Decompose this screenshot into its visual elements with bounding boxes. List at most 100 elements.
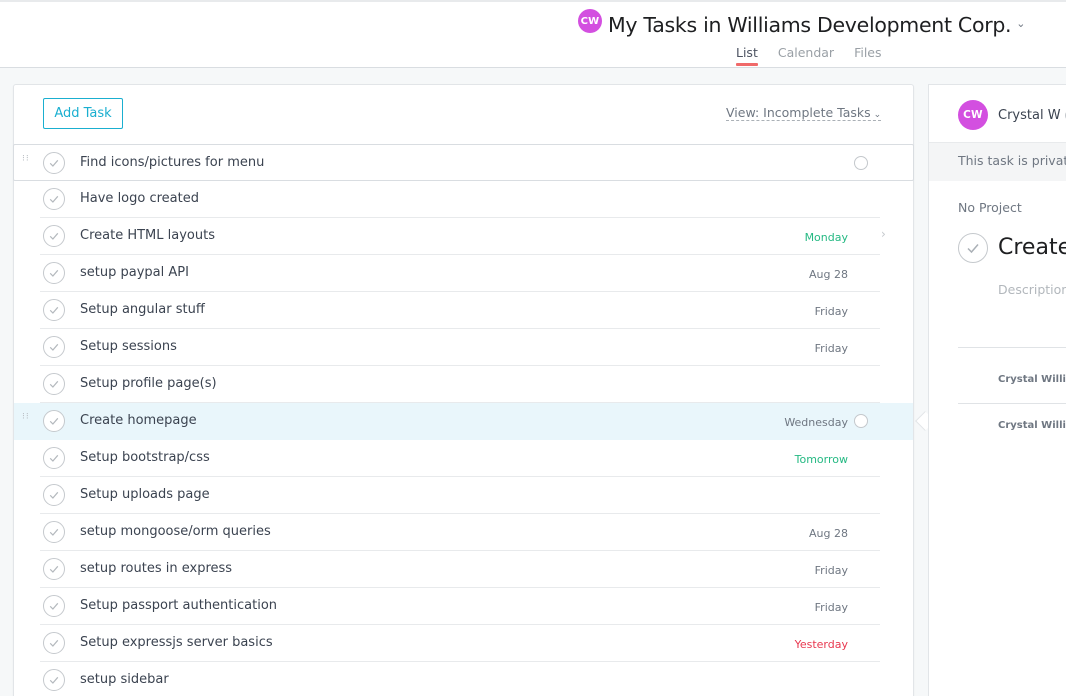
drag-handle-icon[interactable]: ⁝⁝ <box>22 413 32 428</box>
add-task-button[interactable]: Add Task <box>43 98 123 129</box>
top-bar: CW My Tasks in Williams Development Corp… <box>0 0 1066 68</box>
task-row[interactable]: setup mongoose/orm queries Aug 28 <box>14 514 913 551</box>
task-name[interactable]: Setup expressjs server basics <box>80 635 273 650</box>
task-name[interactable]: Setup profile page(s) <box>80 376 217 391</box>
complete-task-checkbox[interactable] <box>43 669 65 691</box>
check-icon <box>49 639 59 647</box>
task-row[interactable]: Setup sessions Friday <box>14 329 913 366</box>
divider <box>958 403 1066 404</box>
task-row[interactable]: setup routes in express Friday <box>14 551 913 588</box>
due-date[interactable]: Monday <box>805 231 848 244</box>
due-date[interactable]: Friday <box>815 564 848 577</box>
task-name[interactable]: Setup angular stuff <box>80 302 205 317</box>
task-rows: ⁝⁝ Find icons/pictures for menu Have logo … <box>13 144 914 696</box>
user-avatar[interactable]: CW <box>578 9 602 33</box>
complete-task-checkbox[interactable] <box>43 188 65 210</box>
complete-task-checkbox[interactable] <box>43 373 65 395</box>
task-name[interactable]: Setup uploads page <box>80 487 210 502</box>
check-icon <box>49 232 59 240</box>
task-name[interactable]: Create homepage <box>80 413 197 428</box>
due-date[interactable]: Friday <box>815 601 848 614</box>
task-row[interactable]: Setup angular stuff Friday <box>14 292 913 329</box>
check-icon <box>49 195 59 203</box>
due-date[interactable]: Yesterday <box>795 638 848 651</box>
check-icon <box>49 602 59 610</box>
task-name[interactable]: Find icons/pictures for menu <box>80 155 264 170</box>
chevron-right-icon[interactable]: › <box>881 227 886 241</box>
task-name[interactable]: Setup passport authentication <box>80 598 277 613</box>
assignee-avatar: CW <box>958 100 988 130</box>
title-row: CW My Tasks in Williams Development Corp… <box>578 9 1025 41</box>
check-icon <box>49 417 59 425</box>
due-date[interactable]: Tomorrow <box>795 453 848 466</box>
task-name[interactable]: Setup sessions <box>80 339 177 354</box>
due-date[interactable]: Wednesday <box>784 416 848 429</box>
task-row[interactable]: setup paypal API Aug 28 <box>14 255 913 292</box>
task-name[interactable]: setup paypal API <box>80 265 189 280</box>
check-icon <box>49 454 59 462</box>
task-name[interactable]: setup routes in express <box>80 561 232 576</box>
complete-task-checkbox[interactable] <box>43 632 65 654</box>
due-date[interactable]: Friday <box>815 305 848 318</box>
complete-task-checkbox[interactable] <box>43 447 65 469</box>
story-author: Crystal Willia <box>998 420 1066 431</box>
task-row[interactable]: Have logo created <box>14 181 913 218</box>
check-icon <box>49 491 59 499</box>
drag-handle-icon[interactable]: ⁝⁝ <box>22 155 32 170</box>
complete-task-checkbox[interactable] <box>43 521 65 543</box>
complete-task-button[interactable] <box>958 233 988 263</box>
complete-task-checkbox[interactable] <box>43 484 65 506</box>
view-tabs: List Calendar Files <box>736 45 882 66</box>
complete-task-checkbox[interactable] <box>43 225 65 247</box>
task-name[interactable]: Create HTML layouts <box>80 228 215 243</box>
complete-task-checkbox[interactable] <box>43 410 65 432</box>
assignee-name: Crystal W <box>998 107 1061 123</box>
task-row[interactable]: ⁝⁝ Find icons/pictures for menu <box>13 144 914 181</box>
task-name[interactable]: Have logo created <box>80 191 199 206</box>
check-icon <box>967 244 979 254</box>
check-icon <box>49 306 59 314</box>
complete-task-checkbox[interactable] <box>43 262 65 284</box>
task-name[interactable]: Setup bootstrap/css <box>80 450 210 465</box>
title-dropdown-caret-icon[interactable]: ⌄ <box>1016 17 1025 30</box>
story-author: Crystal Willia <box>998 374 1066 385</box>
check-icon <box>49 380 59 388</box>
view-filter-label: View: Incomplete Tasks <box>726 105 871 120</box>
view-filter-dropdown[interactable]: View: Incomplete Tasks ⌄ <box>726 105 882 121</box>
project-field[interactable]: No Project <box>958 200 1022 215</box>
task-row[interactable]: Setup expressjs server basics Yesterday <box>14 625 913 662</box>
assign-icon[interactable] <box>854 414 868 428</box>
tab-files[interactable]: Files <box>854 45 881 64</box>
page-title: My Tasks in Williams Development Corp. <box>608 13 1012 37</box>
task-row[interactable]: ⁝⁝ Create homepage Wednesday <box>14 403 913 440</box>
task-row[interactable]: Setup uploads page <box>14 477 913 514</box>
task-name[interactable]: setup mongoose/orm queries <box>80 524 271 539</box>
task-row[interactable]: Setup profile page(s) <box>14 366 913 403</box>
complete-task-checkbox[interactable] <box>43 595 65 617</box>
check-icon <box>49 676 59 684</box>
task-list-pane: Add Task View: Incomplete Tasks ⌄ ⁝⁝ Find … <box>13 84 914 696</box>
tab-calendar[interactable]: Calendar <box>778 45 834 64</box>
divider <box>958 347 1066 348</box>
due-date[interactable]: Aug 28 <box>809 268 848 281</box>
task-row[interactable]: Create HTML layouts Monday › <box>14 218 913 255</box>
complete-task-checkbox[interactable] <box>43 152 65 174</box>
complete-task-checkbox[interactable] <box>43 558 65 580</box>
task-name[interactable]: setup sidebar <box>80 672 169 687</box>
due-date[interactable]: Friday <box>815 342 848 355</box>
due-date[interactable]: Aug 28 <box>809 527 848 540</box>
task-row[interactable]: Setup bootstrap/css Tomorrow <box>14 440 913 477</box>
private-notice: This task is private <box>929 143 1066 181</box>
description-field[interactable]: Description <box>998 282 1066 297</box>
task-row[interactable]: Setup passport authentication Friday <box>14 588 913 625</box>
complete-task-checkbox[interactable] <box>43 336 65 358</box>
assignee-row[interactable]: CW Crystal W <box>958 100 1066 130</box>
top-border <box>0 0 1066 2</box>
tab-list[interactable]: List <box>736 45 758 66</box>
assign-icon[interactable] <box>854 156 868 170</box>
check-icon <box>49 343 59 351</box>
complete-task-checkbox[interactable] <box>43 299 65 321</box>
task-row[interactable]: setup sidebar <box>14 662 913 696</box>
check-icon <box>49 159 59 167</box>
task-title[interactable]: Create <box>998 235 1066 260</box>
